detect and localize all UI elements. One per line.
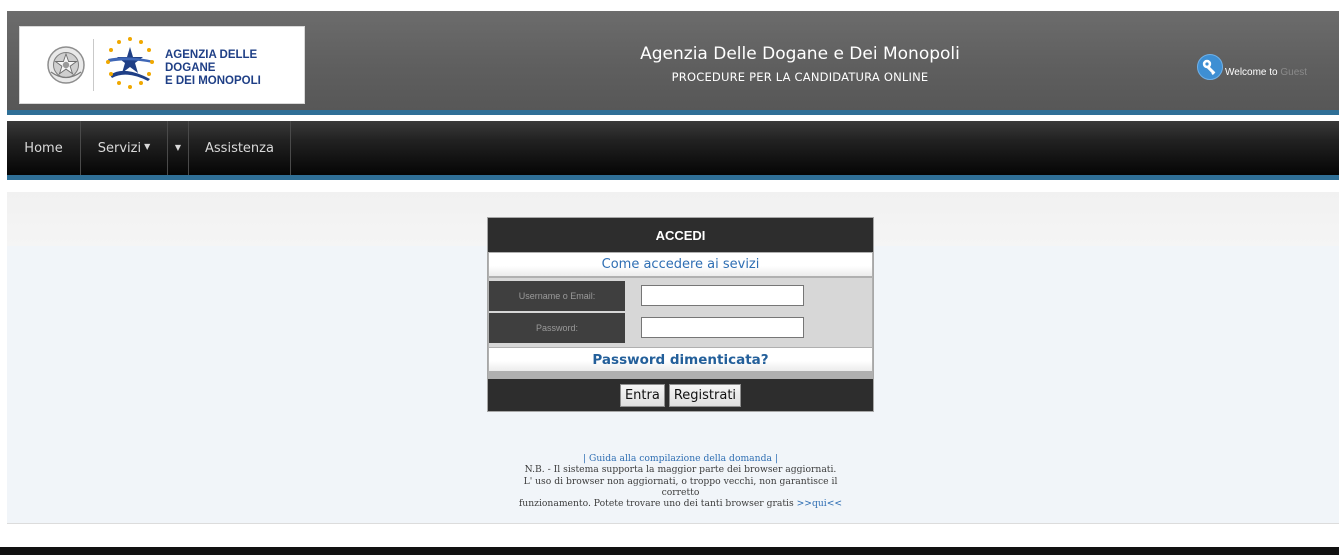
nav-separator [290, 121, 291, 175]
login-form: Username o Email: Password: [489, 278, 872, 347]
agency-logo[interactable]: AGENZIA DELLE DOGANE E DEI MONOPOLI [19, 26, 305, 104]
notes-line-2: L' uso di browser non aggiornati, o trop… [523, 475, 838, 487]
nav-assistenza-label: Assistenza [205, 140, 274, 156]
page: AGENZIA DELLE DOGANE E DEI MONOPOLI Agen… [0, 0, 1339, 555]
page-title: Agenzia Delle Dogane e Dei Monopoli [640, 44, 960, 64]
username-label: Username o Email: [489, 281, 626, 311]
servizi-dropdown-toggle[interactable]: ▼ [168, 121, 188, 175]
nav-servizi-label: Servizi [97, 140, 142, 156]
welcome-user[interactable]: Welcome to Guest [1197, 54, 1307, 80]
welcome-username: Guest [1280, 66, 1308, 78]
page-subtitle: PROCEDURE PER LA CANDIDATURA ONLINE [671, 70, 929, 84]
key-icon [1197, 54, 1223, 80]
logo-line-1: AGENZIA DELLE DOGANE [165, 49, 258, 74]
login-actions: Entra Registrati [488, 379, 873, 411]
how-to-access-link[interactable]: Come accedere ai sevizi [489, 253, 872, 276]
content-divider [7, 523, 1339, 524]
username-input[interactable] [641, 285, 804, 306]
header-divider [7, 110, 1339, 115]
guide-link[interactable]: | Guida alla compilazione della domanda … [583, 453, 778, 464]
caret-down-icon: ▼ [144, 141, 151, 151]
notes-line-4-wrap: funzionamento. Potete trovare uno dei ta… [490, 498, 871, 509]
logo-line-2: E DEI MONOPOLI [165, 75, 261, 87]
eu-stars-icon [106, 37, 154, 89]
logo-text: AGENZIA DELLE DOGANE E DEI MONOPOLI [165, 49, 304, 88]
browser-notes: | Guida alla compilazione della domanda … [490, 453, 871, 509]
login-title: ACCEDI [488, 218, 873, 252]
italian-republic-emblem-icon [47, 46, 85, 84]
welcome-label: Welcome to [1225, 66, 1278, 78]
nav-item-servizi[interactable]: Servizi ▼ [81, 121, 167, 175]
nav-home-label: Home [24, 140, 63, 156]
notes-line-1: N.B. - Il sistema supporta la maggior pa… [524, 464, 837, 476]
password-label: Password: [489, 313, 626, 343]
enter-button[interactable]: Entra [619, 383, 665, 407]
forgot-password-link[interactable]: Password dimenticata? [489, 348, 872, 371]
nav-item-home[interactable]: Home [7, 121, 80, 175]
logo-divider [93, 39, 94, 91]
nav-item-assistenza[interactable]: Assistenza [189, 121, 290, 175]
browser-download-link[interactable]: >>qui<< [797, 498, 843, 509]
nav-divider [7, 175, 1339, 180]
register-button[interactable]: Registrati [668, 383, 742, 407]
password-input[interactable] [641, 317, 804, 338]
notes-line-4: funzionamento. Potete trovare uno dei ta… [518, 498, 794, 510]
login-panel: ACCEDI Come accedere ai sevizi Username … [487, 217, 874, 412]
notes-line-3: corretto [661, 486, 700, 498]
main-navbar: Home Servizi ▼ ▼ Assistenza [7, 121, 1339, 175]
welcome-text: Welcome to Guest [1225, 67, 1307, 78]
site-footer [0, 547, 1339, 555]
caret-down-icon: ▼ [174, 142, 182, 152]
